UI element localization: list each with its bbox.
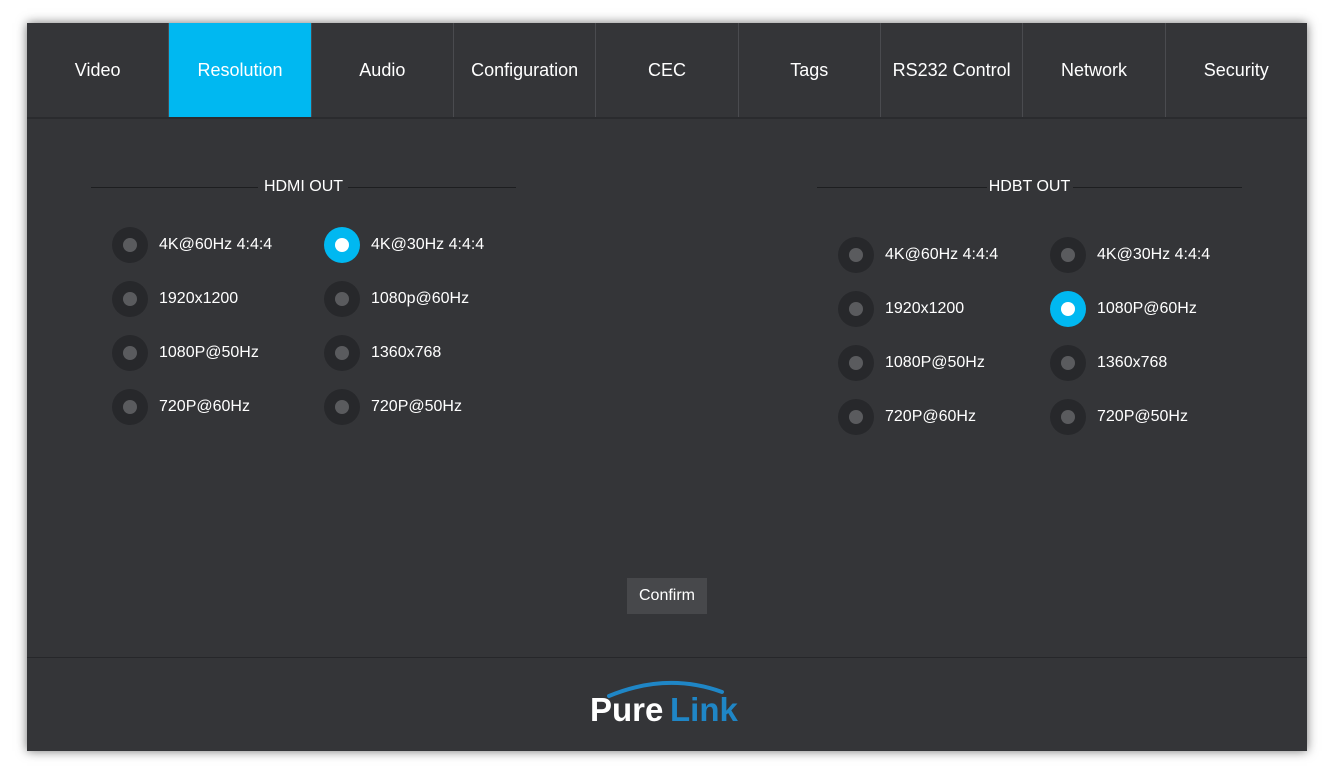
hdbt-option[interactable]: 4K@30Hz 4:4:4	[1050, 237, 1210, 273]
radio-button[interactable]	[112, 281, 148, 317]
hdbt-option[interactable]: 4K@60Hz 4:4:4	[838, 237, 998, 273]
option-label: 720P@50Hz	[371, 398, 462, 415]
option-label: 4K@60Hz 4:4:4	[885, 246, 999, 263]
tab-rs232-control[interactable]: RS232 Control	[881, 23, 1024, 117]
hdbt-option[interactable]: 1080P@50Hz	[838, 345, 985, 381]
option-label: 1080P@50Hz	[159, 344, 259, 361]
hdmi-option[interactable]: 1080p@60Hz	[324, 281, 469, 317]
logo-text-link: Link	[670, 691, 738, 728]
option-label: 1360x768	[1097, 354, 1168, 371]
radio-dot	[1061, 248, 1075, 262]
option-label: 4K@30Hz 4:4:4	[1097, 246, 1211, 263]
hdbt-out-section: HDBT OUT 4K@60Hz 4:4:4 4K@30Hz 4:4:4 192…	[817, 177, 1242, 447]
radio-dot	[1061, 410, 1075, 424]
radio-dot	[335, 346, 349, 360]
option-label: 1360x768	[371, 344, 442, 361]
radio-dot	[1061, 302, 1075, 316]
hdbt-option[interactable]: 1080P@60Hz	[1050, 291, 1197, 327]
radio-button[interactable]	[324, 281, 360, 317]
option-label: 1080P@50Hz	[885, 354, 985, 371]
radio-button[interactable]	[324, 389, 360, 425]
hdmi-option[interactable]: 720P@50Hz	[324, 389, 462, 425]
radio-dot	[335, 238, 349, 252]
logo-text-pure: Pure	[590, 691, 664, 728]
radio-button[interactable]	[112, 335, 148, 371]
radio-dot	[335, 400, 349, 414]
hdbt-option[interactable]: 720P@50Hz	[1050, 399, 1188, 435]
tab-audio[interactable]: Audio	[312, 23, 454, 117]
option-label: 720P@60Hz	[885, 408, 976, 425]
radio-dot	[849, 248, 863, 262]
radio-dot	[123, 238, 137, 252]
hdmi-out-section: HDMI OUT 4K@60Hz 4:4:4 4K@30Hz 4:4:4 192…	[91, 177, 516, 437]
radio-dot	[335, 292, 349, 306]
tab-cec[interactable]: CEC	[596, 23, 739, 117]
hdbt-option[interactable]: 1920x1200	[838, 291, 964, 327]
tab-network[interactable]: Network	[1023, 23, 1166, 117]
hdmi-out-header: HDMI OUT	[91, 177, 516, 197]
option-label: 1920x1200	[159, 290, 239, 307]
option-label: 1080p@60Hz	[371, 290, 470, 307]
tab-bar: Video Resolution Audio Configuration CEC…	[27, 23, 1307, 119]
tab-security[interactable]: Security	[1166, 23, 1307, 117]
option-label: 1920x1200	[885, 300, 965, 317]
option-label: 1080P@60Hz	[1097, 300, 1197, 317]
option-label: 720P@60Hz	[159, 398, 250, 415]
hdbt-option[interactable]: 720P@60Hz	[838, 399, 976, 435]
radio-dot	[123, 346, 137, 360]
radio-dot	[849, 410, 863, 424]
radio-button[interactable]	[838, 291, 874, 327]
radio-button[interactable]	[1050, 345, 1086, 381]
radio-button[interactable]	[838, 237, 874, 273]
radio-button[interactable]	[324, 227, 360, 263]
radio-button[interactable]	[1050, 291, 1086, 327]
option-label: 4K@30Hz 4:4:4	[371, 236, 485, 253]
tab-tags[interactable]: Tags	[739, 23, 881, 117]
hdmi-option[interactable]: 4K@60Hz 4:4:4	[112, 227, 272, 263]
tab-video[interactable]: Video	[27, 23, 170, 117]
divider	[348, 187, 516, 188]
hdmi-option[interactable]: 1920x1200	[112, 281, 238, 317]
radio-dot	[123, 400, 137, 414]
hdmi-option[interactable]: 1360x768	[324, 335, 441, 371]
confirm-button[interactable]: Confirm	[627, 578, 707, 614]
purelink-logo: Pure Link	[587, 678, 747, 730]
hdmi-option[interactable]: 1080P@50Hz	[112, 335, 259, 371]
radio-button[interactable]	[838, 345, 874, 381]
tab-configuration[interactable]: Configuration	[454, 23, 597, 117]
hdbt-option[interactable]: 1360x768	[1050, 345, 1167, 381]
hdmi-option[interactable]: 720P@60Hz	[112, 389, 250, 425]
option-label: 720P@50Hz	[1097, 408, 1188, 425]
radio-dot	[1061, 356, 1075, 370]
radio-dot	[849, 356, 863, 370]
radio-button[interactable]	[112, 227, 148, 263]
app-window: Video Resolution Audio Configuration CEC…	[27, 23, 1307, 751]
radio-button[interactable]	[112, 389, 148, 425]
radio-button[interactable]	[1050, 237, 1086, 273]
divider	[1073, 187, 1242, 188]
radio-button[interactable]	[324, 335, 360, 371]
hdmi-option[interactable]: 4K@30Hz 4:4:4	[324, 227, 484, 263]
radio-button[interactable]	[838, 399, 874, 435]
radio-dot	[123, 292, 137, 306]
option-label: 4K@60Hz 4:4:4	[159, 236, 273, 253]
hdbt-out-header: HDBT OUT	[817, 177, 1242, 197]
tab-resolution[interactable]: Resolution	[169, 23, 312, 117]
radio-dot	[849, 302, 863, 316]
radio-button[interactable]	[1050, 399, 1086, 435]
footer-divider	[27, 657, 1307, 658]
